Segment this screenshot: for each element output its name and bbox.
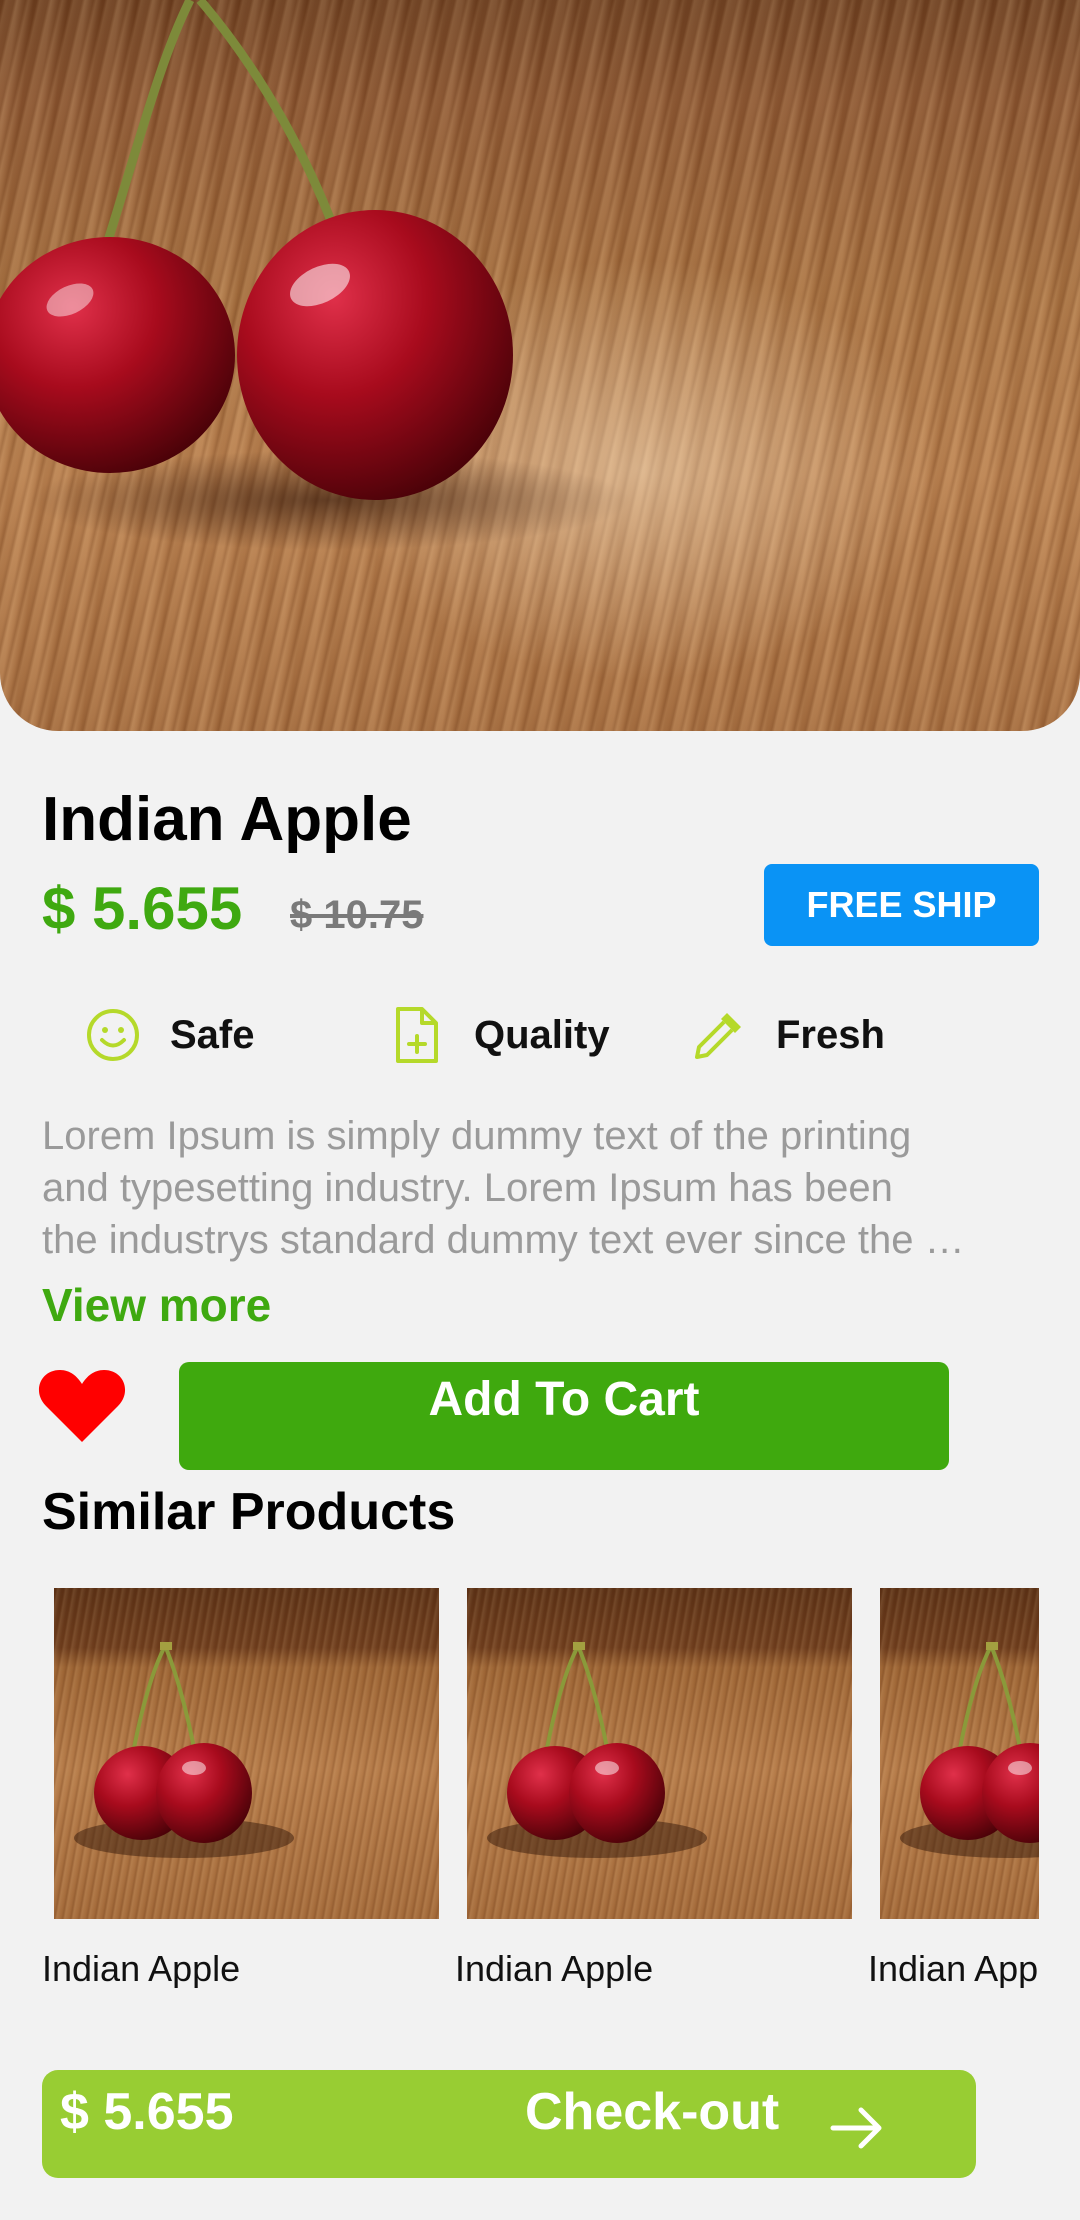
product-description: Lorem Ipsum is simply dummy text of the … [42, 1110, 1042, 1266]
add-to-cart-button[interactable]: Add To Cart [179, 1362, 949, 1470]
product-thumbnail [467, 1588, 852, 1919]
similar-product-label: Indian Apple [42, 1948, 241, 1988]
description-line: Lorem Ipsum is simply dummy text of the … [42, 1114, 912, 1158]
heart-icon[interactable] [38, 1366, 126, 1446]
smile-icon [84, 1006, 142, 1064]
checkout-price: $ 5.655 [60, 2083, 234, 2141]
feature-label: Safe [170, 1012, 255, 1057]
feature-safe: Safe [84, 1000, 255, 1070]
product-hero-image [0, 0, 1080, 731]
feature-label: Quality [474, 1012, 610, 1057]
dropper-icon [690, 1006, 748, 1064]
similar-products-list[interactable]: Indian Apple Indian Apple Indian App [42, 1588, 1039, 1988]
product-price: $ 5.655 [42, 875, 243, 942]
feature-fresh: Fresh [690, 1000, 885, 1070]
similar-product-label: Indian Apple [868, 1948, 1039, 1988]
feature-quality: Quality [388, 1000, 610, 1070]
checkout-button[interactable]: $ 5.655 Check-out [42, 2070, 976, 2178]
arrow-right-icon [827, 2098, 887, 2158]
feature-label: Fresh [776, 1012, 885, 1057]
product-title: Indian Apple [42, 785, 412, 854]
product-old-price: $ 10.75 [290, 893, 424, 937]
view-more-link[interactable]: View more [42, 1278, 271, 1332]
cherries-illustration [0, 0, 630, 550]
file-plus-icon [388, 1006, 446, 1064]
similar-products-title: Similar Products [42, 1483, 456, 1541]
checkout-label: Check-out [525, 2083, 780, 2141]
product-thumbnail [54, 1588, 439, 1919]
similar-product-label: Indian Apple [455, 1948, 654, 1988]
free-ship-badge[interactable]: FREE SHIP [764, 864, 1039, 946]
description-line: and typesetting industry. Lorem Ipsum ha… [42, 1166, 893, 1210]
product-thumbnail [880, 1588, 1039, 1919]
description-line: the industrys standard dummy text ever s… [42, 1218, 965, 1262]
